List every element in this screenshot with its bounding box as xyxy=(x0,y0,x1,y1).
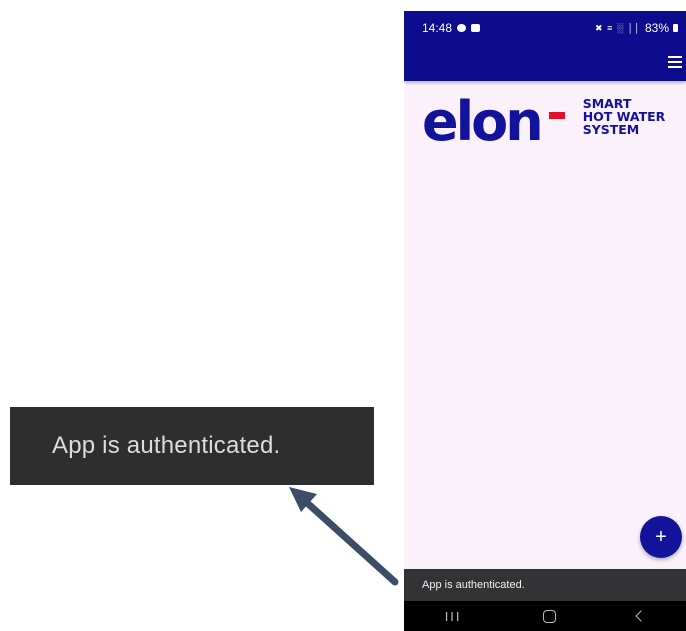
logo-tagline: SMART HOT WATER SYSTEM xyxy=(583,97,666,136)
status-time: 14:48 xyxy=(422,21,453,35)
snackbar-text: App is authenticated. xyxy=(422,579,525,591)
elon-logo: elon SMART HOT WATER SYSTEM xyxy=(422,95,665,149)
battery-icon xyxy=(673,24,678,32)
zoomed-toast-callout: App is authenticated. xyxy=(10,407,374,485)
message-icon xyxy=(457,24,467,32)
logo-wordmark: elon xyxy=(422,90,544,153)
snackbar: App is authenticated. xyxy=(404,569,686,601)
back-icon[interactable] xyxy=(635,610,647,622)
app-bar xyxy=(404,45,686,81)
plus-icon: + xyxy=(655,525,667,548)
callout-text: App is authenticated. xyxy=(52,432,281,459)
menu-icon[interactable] xyxy=(668,56,682,68)
calendar-icon xyxy=(471,24,481,32)
battery-percent: 83% xyxy=(644,21,669,35)
signal-icon: ✖ ≡ ░ ││ xyxy=(595,22,641,33)
logo-red-dash xyxy=(548,112,565,119)
home-icon[interactable] xyxy=(542,609,556,623)
add-button[interactable]: + xyxy=(640,516,682,558)
tagline-line-3: SYSTEM xyxy=(582,122,640,137)
system-nav-bar: III xyxy=(404,601,686,631)
phone-screen: 14:48 ✖ ≡ ░ ││ 83% elon SMART HOT WATER … xyxy=(404,11,686,631)
screenshot-canvas: App is authenticated. 14:48 ✖ ≡ ░ ││ 83% xyxy=(0,0,686,631)
status-bar: 14:48 ✖ ≡ ░ ││ 83% xyxy=(404,11,686,45)
recent-apps-icon[interactable]: III xyxy=(445,609,462,624)
